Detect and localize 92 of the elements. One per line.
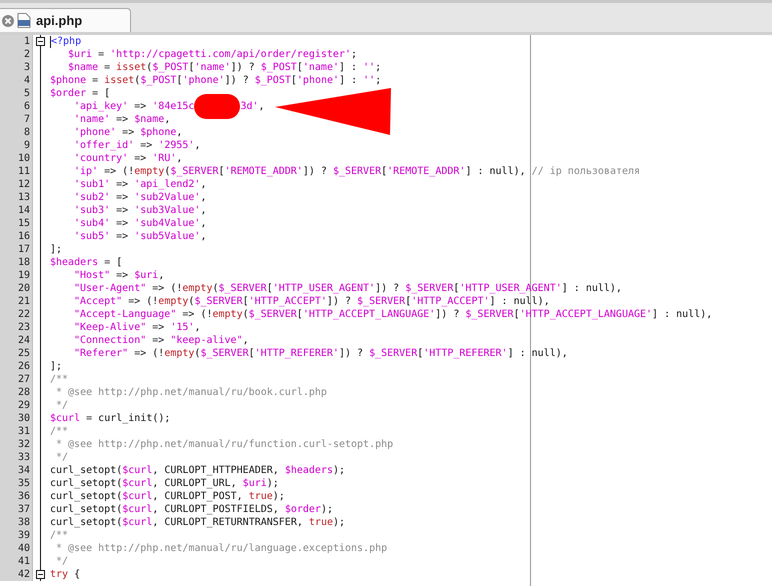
code-line: curl_setopt($curl, CURLOPT_HTTPHEADER, $headers); — [50, 464, 346, 477]
code-line: 'sub4' => 'sub4Value', — [74, 217, 206, 230]
code-line: */ — [56, 555, 68, 568]
line-number: 36 — [18, 490, 30, 503]
code-line: * @see http://php.net/manual/ru/book.curl.php — [56, 386, 327, 399]
line-number: 1 — [24, 35, 30, 48]
line-number: 6 — [24, 100, 30, 113]
code-line: "Host" => $uri, — [74, 269, 164, 282]
line-number: 22 — [18, 308, 30, 321]
file-tab[interactable]: api.php — [0, 8, 131, 32]
line-number: 15 — [18, 217, 30, 230]
line-number: 25 — [18, 347, 30, 360]
line-number: 14 — [18, 204, 30, 217]
line-number: 37 — [18, 503, 30, 516]
code-line: ]; — [50, 243, 62, 256]
code-line: /** — [50, 425, 68, 438]
line-number: 13 — [18, 191, 30, 204]
line-number: 38 — [18, 516, 30, 529]
line-number: 21 — [18, 295, 30, 308]
line-number: 17 — [18, 243, 30, 256]
line-number: 27 — [18, 373, 30, 386]
code-line: */ — [56, 399, 68, 412]
line-number: 35 — [18, 477, 30, 490]
line-number: 4 — [24, 74, 30, 87]
code-line: 'country' => 'RU', — [74, 152, 182, 165]
code-line: "Referer" => (!empty($_SERVER['HTTP_REFERER']) ? $_SERVER['HTTP_REFERER'] : null), — [74, 347, 568, 360]
code-line: */ — [56, 451, 68, 464]
code-line: /** — [50, 529, 68, 542]
php-file-icon — [17, 13, 31, 28]
line-number: 19 — [18, 269, 30, 282]
code-line: 'ip' => (!empty($_SERVER['REMOTE_ADDR']) ? $_SERVER['REMOTE_ADDR'] : null), // ip пользователя — [74, 165, 640, 178]
code-line: curl_setopt($curl, CURLOPT_RETURNTRANSFER, true); — [50, 516, 346, 529]
close-icon[interactable] — [2, 14, 14, 26]
line-number: 28 — [18, 386, 30, 399]
code-line: 'offer_id' => '2955', — [74, 139, 200, 152]
code-line: ]; — [50, 360, 62, 373]
collapse-icon[interactable] — [36, 37, 45, 46]
line-number: 26 — [18, 360, 30, 373]
line-number: 23 — [18, 321, 30, 334]
line-number: 29 — [18, 399, 30, 412]
line-number: 9 — [24, 139, 30, 152]
code-line: $curl = curl_init(); — [50, 412, 170, 425]
line-number: 42 — [18, 568, 30, 581]
code-line: "Accept-Language" => (!empty($_SERVER['HTTP_ACCEPT_LANGUAGE']) ? $_SERVER['HTTP_ACCEPT_LANGUAGE'] : null), — [74, 308, 712, 321]
code-line: $uri = 'http://cpagetti.com/api/order/register'; — [68, 48, 358, 61]
line-number: 40 — [18, 542, 30, 555]
code-line: $headers = [ — [50, 256, 122, 269]
line-number: 24 — [18, 334, 30, 347]
line-number: 31 — [18, 425, 30, 438]
code-line: 'sub2' => 'sub2Value', — [74, 191, 206, 204]
collapse-icon[interactable] — [36, 570, 45, 579]
line-number: 18 — [18, 256, 30, 269]
line-number: 5 — [24, 87, 30, 100]
line-number: 16 — [18, 230, 30, 243]
code-line: $phone = isset($_POST['phone']) ? $_POST['phone'] : ''; — [50, 74, 382, 87]
code-line: curl_setopt($curl, CURLOPT_POSTFIELDS, $order); — [50, 503, 333, 516]
line-number: 7 — [24, 113, 30, 126]
code-line: 'phone' => $phone, — [74, 126, 182, 139]
code-line: "Connection" => "keep-alive", — [74, 334, 249, 347]
line-number: 39 — [18, 529, 30, 542]
redaction-mark — [194, 94, 240, 119]
code-line: "User-Agent" => (!empty($_SERVER['HTTP_USER_AGENT']) ? $_SERVER['HTTP_USER_AGENT'] : null), — [74, 282, 622, 295]
code-line: /** — [50, 373, 68, 386]
code-line: 'api_key' => '84e15c — [74, 100, 194, 113]
code-line: 'sub1' => 'api_lend2', — [74, 178, 206, 191]
line-number: 33 — [18, 451, 30, 464]
code-line: 3d', — [240, 100, 265, 113]
code-line: 'sub5' => 'sub5Value', — [74, 230, 206, 243]
code-line: curl_setopt($curl, CURLOPT_URL, $uri); — [50, 477, 279, 490]
line-number: 34 — [18, 464, 30, 477]
line-number: 2 — [24, 48, 30, 61]
code-line: 'name' => $name, — [74, 113, 170, 126]
code-line: "Accept" => (!empty($_SERVER['HTTP_ACCEPT']) ? $_SERVER['HTTP_ACCEPT'] : null), — [74, 295, 550, 308]
code-line: * @see http://php.net/manual/ru/language.exceptions.php — [56, 542, 388, 555]
line-number: 11 — [18, 165, 30, 178]
code-line: "Keep-Alive" => '15', — [74, 321, 200, 334]
code-line: $order = [ — [50, 87, 110, 100]
code-line: * @see http://php.net/manual/ru/function.curl-setopt.php — [56, 438, 394, 451]
line-number: 30 — [18, 412, 30, 425]
line-number: 12 — [18, 178, 30, 191]
line-number: 8 — [24, 126, 30, 139]
code-line: try { — [50, 568, 80, 581]
line-number: 10 — [18, 152, 30, 165]
line-number: 32 — [18, 438, 30, 451]
code-line: curl_setopt($curl, CURLOPT_POST, true); — [50, 490, 285, 503]
code-line: <?php — [51, 35, 82, 48]
line-number: 20 — [18, 282, 30, 295]
code-line: $name = isset($_POST['name']) ? $_POST['name'] : ''; — [68, 61, 382, 74]
tab-title: api.php — [36, 12, 82, 30]
code-line: 'sub3' => 'sub3Value', — [74, 204, 206, 217]
line-number: 41 — [18, 555, 30, 568]
line-number: 3 — [24, 61, 30, 74]
